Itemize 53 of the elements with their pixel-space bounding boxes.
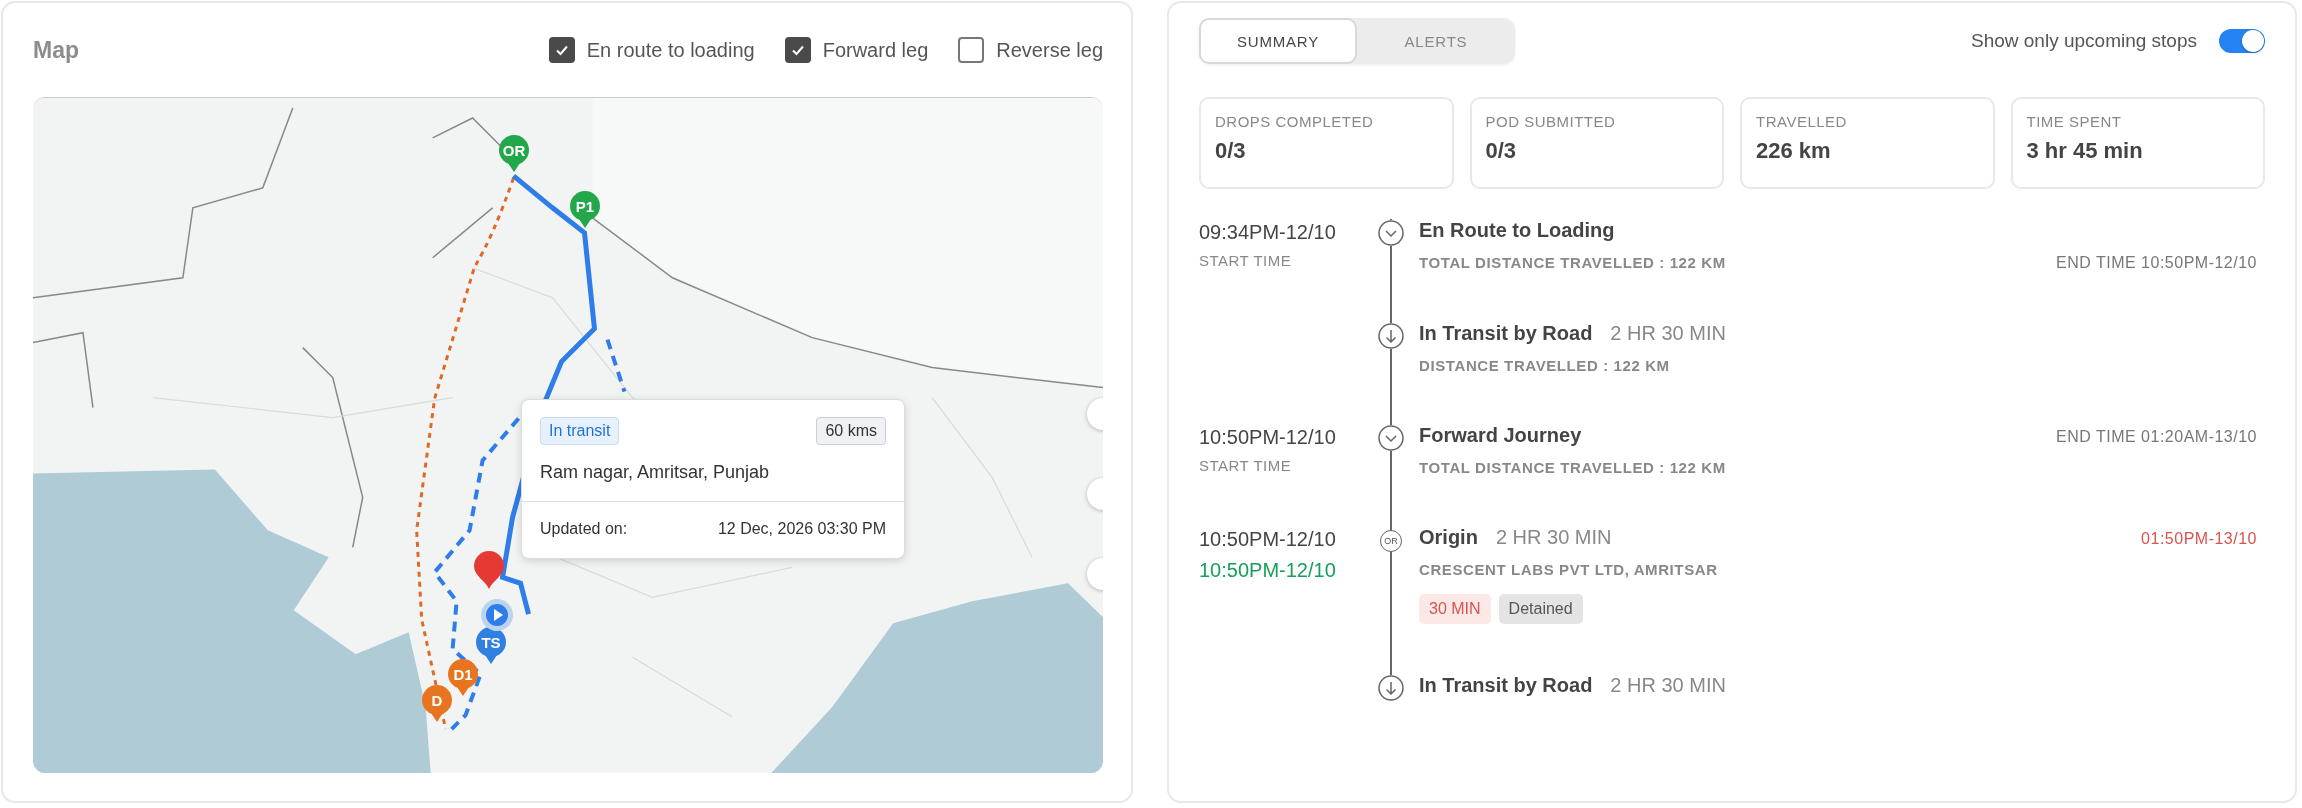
stat-label: POD SUBMITTED [1485,113,1617,130]
stage-title: En Route to Loading [1419,219,1615,242]
checkbox[interactable] [784,37,811,63]
duration: 2 HR 30 MIN [1495,526,1612,549]
status-tag: In transit [540,417,620,445]
start-time-label: START TIME [1199,457,1293,474]
status-tag: Detained [1498,594,1583,624]
stat-label: TRAVELLED [1756,113,1848,130]
start-time: 09:34PM-12/10 [1199,221,1337,244]
start-time-label: START TIME [1199,252,1293,269]
toggle-label: Show only upcoming stops [1971,30,2197,52]
stat-label: DROPS COMPLETED [1215,113,1375,130]
distance-tag: 60 kms [816,417,886,445]
checkbox[interactable] [958,37,985,63]
filter-checkbox[interactable]: En route to loading [548,37,755,63]
stat-label: TIME SPENT [2026,113,2123,130]
end-time: END TIME 10:50PM-12/10 [2056,254,2257,272]
duration: 2 HR 30 MIN [1610,674,1726,697]
updated-time: 12 Dec, 2026 03:30 PM [717,520,886,538]
location-address: Ram nagar, Amritsar, Punjab [522,445,904,502]
stage-title: In Transit by Road [1419,322,1593,345]
tab[interactable]: ALERTS [1357,18,1515,64]
start-time: 10:50PM-12/10 [1199,426,1337,449]
tab[interactable]: SUMMARY [1199,18,1357,64]
stat-value: 0/3 [1215,138,1247,164]
distance-detail: DISTANCE TRAVELLED : 122 KM [1419,357,1670,374]
filter-checkbox[interactable]: Reverse leg [958,37,1103,63]
alert-marker-icon[interactable] [473,550,505,590]
distance-detail: TOTAL DISTANCE TRAVELLED : 122 KM [1419,459,1726,476]
checkbox[interactable] [548,37,575,63]
filter-checkbox[interactable]: Forward leg [784,37,929,63]
vehicle-location-icon[interactable] [480,598,514,632]
distance-detail: CRESCENT LABS PVT LTD, AMRITSAR [1419,561,1718,578]
distance-detail: TOTAL DISTANCE TRAVELLED : 122 KM [1419,254,1726,271]
toggle-switch[interactable] [2219,29,2265,53]
map-view[interactable]: OR P1 TS D1 D In transit 60 kms Ram nagar, Amritsar, Punjab Updated on: 12 Dec, 2026 03:30 PM [33,97,1103,773]
stat-value: 0/3 [1485,138,1518,164]
check-icon [790,43,805,57]
stage-title: In Transit by Road [1419,674,1593,697]
check-icon [554,43,569,57]
stage-title: Origin [1419,526,1478,549]
stat-value: 3 hr 45 min [2026,138,2144,164]
duration: 2 HR 30 MIN [1610,322,1726,345]
end-time: END TIME 01:20AM-13/10 [2056,428,2257,446]
stop-marker: OR [1380,530,1402,552]
stat-value: 226 km [1756,138,1832,164]
end-time: 01:50PM-13/10 [2141,530,2257,548]
updated-label: Updated on: [540,520,628,538]
map-title: Map [33,36,80,64]
start-time: 10:50PM-12/10 [1199,528,1337,551]
delay-tag: 30 MIN [1419,594,1491,624]
actual-time: 10:50PM-12/10 [1199,559,1337,582]
stage-title: Forward Journey [1419,424,1582,447]
